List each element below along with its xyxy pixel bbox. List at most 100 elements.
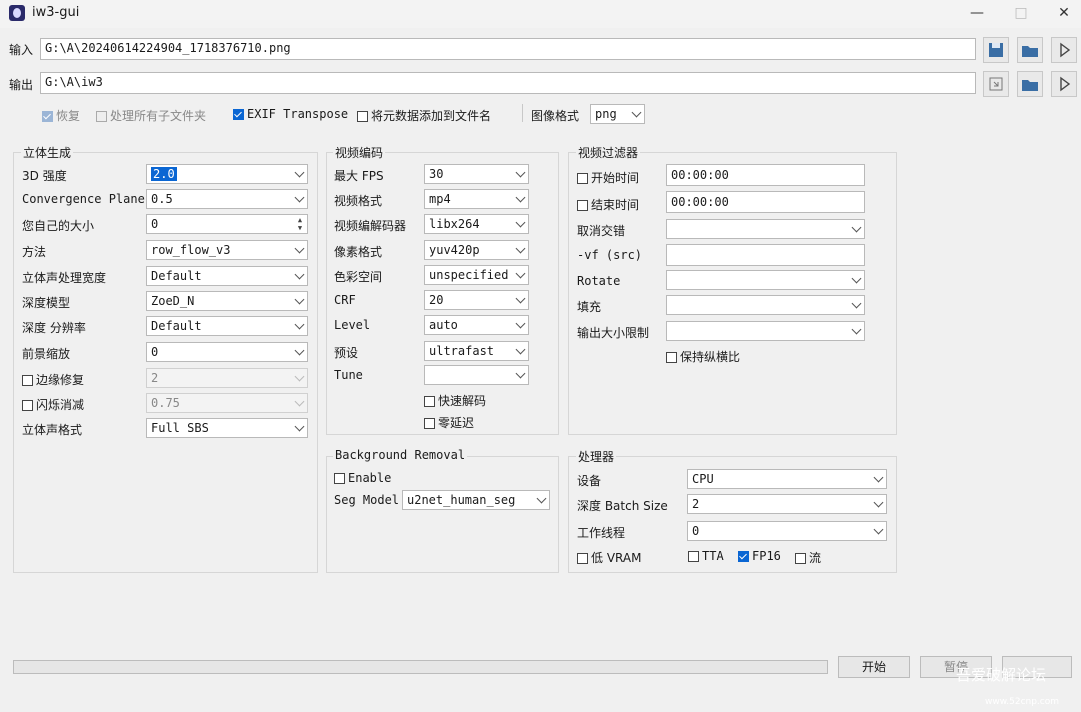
max-size-label: 输出大小限制 bbox=[577, 326, 650, 340]
processor-group-title: 处理器 bbox=[576, 448, 617, 465]
deinterlace-select[interactable] bbox=[666, 219, 865, 239]
depth-resolution-select[interactable]: Default bbox=[146, 316, 308, 336]
start-button[interactable]: 开始 bbox=[838, 656, 910, 678]
chevron-down-icon bbox=[294, 243, 305, 254]
rotate-select[interactable] bbox=[666, 270, 865, 290]
image-format-select[interactable]: png bbox=[590, 104, 645, 124]
threads-label: 工作线程 bbox=[577, 526, 626, 540]
recursive-checkbox[interactable]: 处理所有子文件夹 bbox=[96, 107, 206, 124]
flicker-reduction-checkbox[interactable]: 闪烁消减 bbox=[22, 396, 84, 413]
chevron-down-icon bbox=[851, 324, 862, 335]
chevron-down-icon bbox=[294, 421, 305, 432]
metadata-filename-checkbox[interactable]: 将元数据添加到文件名 bbox=[357, 107, 491, 124]
video-label: 视频格式 bbox=[334, 194, 383, 208]
pixel-format-select[interactable]: yuv420p bbox=[424, 240, 529, 260]
image-format-label: 图像格式 bbox=[531, 109, 580, 123]
stereo-format-select[interactable]: Full SBS bbox=[146, 418, 308, 438]
stereo-label: Convergence Plane bbox=[22, 192, 145, 206]
maximize-icon[interactable]: □ bbox=[1007, 3, 1035, 23]
output-file-button[interactable] bbox=[983, 71, 1009, 97]
progress-bar bbox=[13, 660, 828, 674]
zero-latency-checkbox[interactable]: 零延迟 bbox=[424, 414, 474, 431]
threads-select[interactable]: 0 bbox=[687, 521, 887, 541]
preset-select[interactable]: ultrafast bbox=[424, 341, 529, 361]
colorspace-select[interactable]: unspecified bbox=[424, 265, 529, 285]
tta-checkbox[interactable]: TTA bbox=[688, 549, 724, 563]
level-select[interactable]: auto bbox=[424, 315, 529, 335]
output-folder-button[interactable] bbox=[1017, 71, 1043, 97]
depth-model-select[interactable]: ZoeD_N bbox=[146, 291, 308, 311]
chevron-down-icon bbox=[515, 344, 526, 355]
checkbox-icon bbox=[42, 111, 53, 122]
video-encoding-group-title: 视频编码 bbox=[333, 144, 386, 161]
close-icon[interactable]: ✕ bbox=[1050, 3, 1078, 23]
chevron-down-icon bbox=[515, 368, 526, 379]
chevron-down-icon bbox=[515, 318, 526, 329]
chevron-down-icon[interactable]: ▼ bbox=[294, 224, 306, 232]
pad-select[interactable] bbox=[666, 295, 865, 315]
stereo-group-title: 立体生成 bbox=[21, 144, 74, 161]
ipd-offset-stepper[interactable]: 0 ▲ ▼ bbox=[146, 214, 308, 234]
fp16-checkbox[interactable]: FP16 bbox=[738, 549, 781, 563]
stereo-label: 您自己的大小 bbox=[22, 219, 95, 233]
video-label: 视频编解码器 bbox=[334, 219, 407, 233]
input-folder-button[interactable] bbox=[1017, 37, 1043, 63]
end-time-checkbox[interactable]: 结束时间 bbox=[577, 196, 639, 213]
batch-size-label: 深度 Batch Size bbox=[577, 499, 668, 513]
stereo-label: 前景缩放 bbox=[22, 347, 71, 361]
start-time-input[interactable]: 00:00:00 bbox=[666, 164, 865, 186]
edge-repair-select[interactable]: 2 bbox=[146, 368, 308, 388]
method-select[interactable]: row_flow_v3 bbox=[146, 240, 308, 260]
watermark-url: www.52cnp.com bbox=[985, 697, 1060, 707]
device-select[interactable]: CPU bbox=[687, 469, 887, 489]
output-path-field[interactable]: G:\A\iw3 bbox=[40, 72, 976, 94]
stream-checkbox[interactable]: 流 bbox=[795, 549, 821, 566]
chevron-down-icon bbox=[873, 524, 884, 535]
low-vram-checkbox[interactable]: 低 VRAM bbox=[577, 549, 641, 566]
chevron-up-icon[interactable]: ▲ bbox=[294, 216, 306, 224]
keep-aspect-checkbox[interactable]: 保持纵横比 bbox=[666, 348, 740, 365]
device-label: 设备 bbox=[577, 474, 602, 488]
checkbox-icon bbox=[424, 396, 435, 407]
vf-input[interactable] bbox=[666, 244, 865, 266]
max-fps-select[interactable]: 30 bbox=[424, 164, 529, 184]
edge-repair-checkbox[interactable]: 边缘修复 bbox=[22, 371, 84, 388]
crf-select[interactable]: 20 bbox=[424, 290, 529, 310]
stereo-label: 立体声处理宽度 bbox=[22, 271, 107, 285]
video-label: 像素格式 bbox=[334, 245, 383, 259]
folder-icon bbox=[1022, 80, 1038, 91]
video-codec-select[interactable]: libx264 bbox=[424, 214, 529, 234]
bg-enable-checkbox[interactable]: Enable bbox=[334, 471, 391, 485]
checkbox-icon bbox=[738, 551, 749, 562]
batch-size-select[interactable]: 2 bbox=[687, 494, 887, 514]
strength-select[interactable]: 2.0 bbox=[146, 164, 308, 184]
checkbox-icon bbox=[22, 375, 33, 386]
input-file-button[interactable] bbox=[983, 37, 1009, 63]
foreground-scale-select[interactable]: 0 bbox=[146, 342, 308, 362]
end-time-input[interactable]: 00:00:00 bbox=[666, 191, 865, 213]
exif-transpose-checkbox[interactable]: EXIF Transpose bbox=[233, 107, 348, 121]
stereo-width-select[interactable]: Default bbox=[146, 266, 308, 286]
convergence-select[interactable]: 0.5 bbox=[146, 189, 308, 209]
checkbox-icon bbox=[424, 418, 435, 429]
output-preview-button[interactable] bbox=[1051, 71, 1077, 97]
spin-buttons[interactable]: ▲ ▼ bbox=[294, 216, 306, 232]
stereo-label: 深度模型 bbox=[22, 296, 71, 310]
start-time-checkbox[interactable]: 开始时间 bbox=[577, 169, 639, 186]
fast-decode-checkbox[interactable]: 快速解码 bbox=[424, 392, 486, 409]
input-path-field[interactable]: G:\A\20240614224904_1718376710.png bbox=[40, 38, 976, 60]
resume-checkbox[interactable]: 恢复 bbox=[42, 107, 80, 124]
max-size-select[interactable] bbox=[666, 321, 865, 341]
flicker-reduction-select[interactable]: 0.75 bbox=[146, 393, 308, 413]
input-label: 输入 bbox=[9, 43, 34, 57]
tune-select[interactable] bbox=[424, 365, 529, 385]
video-format-select[interactable]: mp4 bbox=[424, 189, 529, 209]
watermark-text: 吾爱破解论坛 bbox=[956, 666, 1047, 684]
input-preview-button[interactable] bbox=[1051, 37, 1077, 63]
chevron-down-icon bbox=[536, 493, 547, 504]
seg-model-select[interactable]: u2net_human_seg bbox=[402, 490, 550, 510]
minimize-icon[interactable]: — bbox=[963, 3, 991, 23]
video-label: 最大 FPS bbox=[334, 169, 384, 183]
checkbox-icon bbox=[233, 109, 244, 120]
deinterlace-label: 取消交错 bbox=[577, 224, 626, 238]
